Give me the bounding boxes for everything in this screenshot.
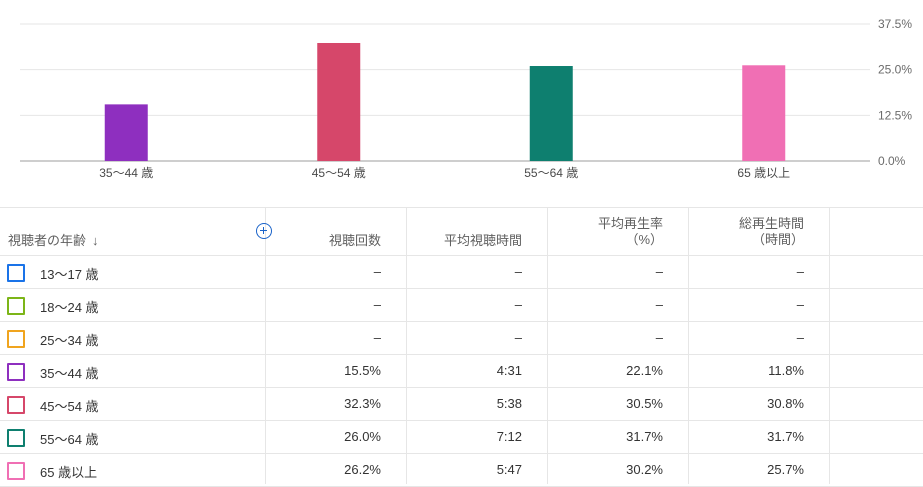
cell-watch-time: 11.8% <box>768 363 804 378</box>
cell-watch-time: 25.7% <box>767 462 804 477</box>
row-checkbox[interactable] <box>7 330 25 348</box>
row-checkbox[interactable] <box>7 363 25 381</box>
column-header-watch-time-unit: （時間） <box>751 232 804 247</box>
cell-watch-time: 30.8% <box>767 396 804 411</box>
cell-avg-duration: – <box>514 264 522 279</box>
bar[interactable] <box>529 66 573 161</box>
cell-avg-duration: 7:12 <box>496 429 522 444</box>
row-label: 35～44 歳 <box>40 366 99 381</box>
cell-avg-duration: – <box>514 330 522 345</box>
row-checkbox[interactable] <box>7 264 25 282</box>
cell-views: – <box>373 297 381 312</box>
cell-watch-time: – <box>796 264 804 279</box>
cell-avg-pct: 30.2% <box>626 462 663 477</box>
bar[interactable] <box>317 42 361 162</box>
cell-avg-pct: 31.7% <box>626 429 663 444</box>
column-header-age-label: 視聴者の年齢 <box>8 233 87 248</box>
column-header-age[interactable]: 視聴者の年齢 ↓ <box>8 233 99 249</box>
table-top-border <box>0 207 923 208</box>
table-row[interactable]: 25～34 歳 – – – – <box>0 322 923 355</box>
age-bar-chart: 37.5% 25.0% 12.5% 0.0% 35～44 歳 45～54 歳 55～64 … <box>20 17 912 180</box>
cell-watch-time: – <box>796 330 804 345</box>
table-row[interactable]: 65 歳以上 26.2% 5:47 30.2% 25.7% <box>0 454 923 487</box>
cell-avg-pct: – <box>655 330 663 345</box>
table-row[interactable]: 55～64 歳 26.0% 7:12 31.7% 31.7% <box>0 421 923 454</box>
table-row[interactable]: 13～17 歳 – – – – <box>0 256 923 289</box>
y-tick-label: 25.0% <box>878 63 912 77</box>
cell-watch-time: – <box>796 297 804 312</box>
column-header-avg-duration[interactable]: 平均視聴時間 <box>411 233 522 249</box>
column-header-watch-time-label: 総再生時間 <box>738 216 804 231</box>
cell-avg-duration: 5:47 <box>496 462 522 477</box>
row-label: 13～17 歳 <box>40 267 99 282</box>
table-row[interactable]: 45～54 歳 32.3% 5:38 30.5% 30.8% <box>0 388 923 421</box>
row-label: 25～34 歳 <box>40 333 99 348</box>
row-label: 55～64 歳 <box>40 432 99 447</box>
column-header-avg-percentage[interactable]: 平均再生率 （%） <box>552 216 663 248</box>
row-label: 65 歳以上 <box>40 465 98 480</box>
table-row[interactable]: 18～24 歳 – – – – <box>0 289 923 322</box>
cell-avg-duration: 5:38 <box>496 396 522 411</box>
column-header-views[interactable]: 視聴回数 <box>270 233 381 249</box>
chart-y-axis: 37.5% 25.0% 12.5% 0.0% <box>878 17 912 168</box>
column-header-avg-percentage-unit: （%） <box>625 232 663 247</box>
cell-views: 15.5% <box>344 363 381 378</box>
y-tick-label: 37.5% <box>878 17 912 31</box>
cell-views: 26.2% <box>344 462 381 477</box>
x-category-label: 55～64 歳 <box>524 166 578 180</box>
cell-views: – <box>373 264 381 279</box>
cell-watch-time: 31.7% <box>767 429 804 444</box>
x-category-label: 65 歳以上 <box>737 166 790 180</box>
bar[interactable] <box>742 65 786 161</box>
column-header-watch-time[interactable]: 総再生時間 （時間） <box>693 216 804 248</box>
bar[interactable] <box>104 104 148 161</box>
chart-x-axis: 35～44 歳 45～54 歳 55～64 歳 65 歳以上 <box>99 166 790 180</box>
row-label: 45～54 歳 <box>40 399 99 414</box>
column-header-avg-percentage-label: 平均再生率 <box>597 216 663 231</box>
column-header-avg-duration-label: 平均視聴時間 <box>443 233 522 248</box>
column-header-views-label: 視聴回数 <box>328 233 381 248</box>
chart-bars <box>104 42 786 162</box>
row-checkbox[interactable] <box>7 429 25 447</box>
row-checkbox[interactable] <box>7 462 25 480</box>
cell-avg-pct: – <box>655 264 663 279</box>
row-checkbox[interactable] <box>7 297 25 315</box>
age-table: 視聴者の年齢 ↓ 視聴回数 平均視聴時間 平均再生率 （%） 総再生時間 （時間）… <box>0 207 923 487</box>
arrow-down-icon[interactable]: ↓ <box>92 233 99 249</box>
cell-avg-pct: 30.5% <box>626 396 663 411</box>
y-tick-label: 12.5% <box>878 108 912 122</box>
row-checkbox[interactable] <box>7 396 25 414</box>
cell-views: 32.3% <box>344 396 381 411</box>
cell-avg-pct: 22.1% <box>626 363 663 378</box>
row-label: 18～24 歳 <box>40 300 99 315</box>
cell-avg-pct: – <box>655 297 663 312</box>
x-category-label: 45～54 歳 <box>312 166 366 180</box>
table-row[interactable]: 35～44 歳 15.5% 4:31 22.1% 11.8% <box>0 355 923 388</box>
y-tick-label: 0.0% <box>878 154 906 168</box>
x-category-label: 35～44 歳 <box>99 166 153 180</box>
cell-views: 26.0% <box>344 429 381 444</box>
cell-views: – <box>373 330 381 345</box>
cell-avg-duration: 4:31 <box>496 363 522 378</box>
cell-avg-duration: – <box>514 297 522 312</box>
